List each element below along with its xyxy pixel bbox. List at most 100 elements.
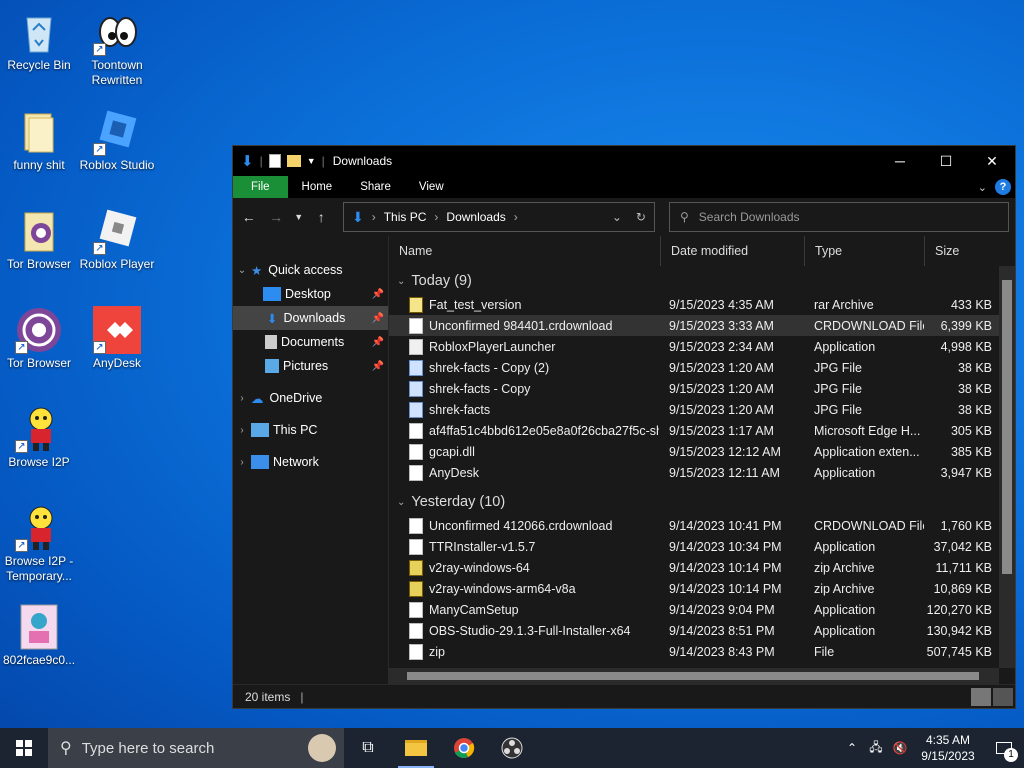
desktop-icon-browse-i2p-temp[interactable]: ↗ Browse I2P - Temporary... [0,504,78,584]
file-row[interactable]: AnyDesk 9/15/2023 12:11 AM Application 3,94… [389,462,1015,483]
desktop-icon-browse-i2p[interactable]: ↗ Browse I2P [0,405,78,470]
network-icon[interactable]: 🖧 [864,738,888,759]
file-row[interactable]: shrek-facts - Copy 9/15/2023 1:20 AM JPG F… [389,378,1015,399]
expand-ribbon-icon[interactable]: ⌄ [978,181,987,194]
desktop-icon-recycle-bin[interactable]: Recycle Bin [0,8,78,73]
nav-downloads[interactable]: ⬇ Downloads 📌 [233,306,388,330]
properties-icon[interactable] [268,154,281,168]
nav-documents[interactable]: Documents 📌 [233,330,388,354]
tab-file[interactable]: File [233,176,288,198]
roblox-studio-icon: ↗ [93,108,141,156]
clock[interactable]: 4:35 AM 9/15/2023 [912,732,984,764]
pin-icon[interactable]: 📌 [372,313,384,324]
desktop-icon-tor-browser[interactable]: ↗ Tor Browser [0,306,78,371]
file-file-icon [409,422,423,439]
file-row[interactable]: Unconfirmed 984401.crdownload 9/15/2023 3… [389,315,1015,336]
file-row[interactable]: v2ray-windows-arm64-v8a 9/14/2023 10:14 P… [389,578,1015,599]
pin-icon[interactable]: 📌 [372,361,384,372]
help-icon[interactable]: ? [995,179,1011,195]
back-button[interactable]: ← [239,209,258,225]
tab-home[interactable]: Home [288,176,347,198]
column-type[interactable]: Type [805,236,925,266]
start-button[interactable] [0,728,48,768]
chevron-down-icon[interactable]: ⌄ [233,265,251,276]
large-icons-view-button[interactable] [993,688,1013,706]
new-folder-icon[interactable] [286,155,301,167]
refresh-icon[interactable]: ↻ [636,210,646,224]
chevron-right-icon[interactable]: › [233,393,251,404]
file-name: ManyCamSetup [429,602,519,617]
notification-center-button[interactable]: 1 [984,728,1024,768]
desktop-icon-anydesk[interactable]: ↗ AnyDesk [78,306,156,371]
close-button[interactable]: ✕ [969,146,1015,176]
file-row[interactable]: gcapi.dll 9/15/2023 12:12 AM Application e… [389,441,1015,462]
navigation-bar: ← → ▼ ↑ ⬇ › This PC › Downloads › ⌄ ↻ ⚲ … [233,198,1015,236]
chevron-down-icon[interactable]: ▼ [307,156,316,166]
vertical-scrollbar[interactable] [999,266,1015,668]
maximize-button[interactable]: ☐ [923,146,969,176]
volume-muted-icon[interactable]: 🔇 [888,741,912,755]
minimize-button[interactable]: ─ [877,146,923,176]
nav-onedrive[interactable]: › ☁ OneDrive [233,386,388,410]
chevron-right-icon[interactable]: › [233,425,251,436]
file-row[interactable]: af4ffa51c4bbd612e05e8a0f26cba27f5c-sh...… [389,420,1015,441]
navigation-pane: ⌄ ★ Quick access Desktop 📌 ⬇ Downloads 📌… [233,236,389,684]
chevron-right-icon[interactable]: › [233,457,251,468]
file-row[interactable]: OBS-Studio-29.1.3-Full-Installer-x64 9/14… [389,620,1015,641]
taskbar-file-explorer[interactable] [392,728,440,768]
pin-icon[interactable]: 📌 [372,289,384,300]
column-name[interactable]: Name [389,236,661,266]
file-row[interactable]: TTRInstaller-v1.5.7 9/14/2023 10:34 PM App… [389,536,1015,557]
file-row[interactable]: v2ray-windows-64 9/14/2023 10:14 PM zip Ar… [389,557,1015,578]
chevron-down-icon[interactable]: ⌄ [397,276,405,287]
address-dropdown-icon[interactable]: ⌄ [612,210,622,224]
details-view-button[interactable] [971,688,991,706]
title-bar[interactable]: ⬇ | ▼ | Downloads ─ ☐ ✕ [233,146,1015,176]
file-name: shrek-facts - Copy (2) [429,360,550,375]
taskbar-search[interactable]: ⚲ Type here to search [48,728,344,768]
horizontal-scrollbar[interactable] [389,668,999,684]
column-size[interactable]: Size [925,236,995,266]
group-header[interactable]: ⌄ Yesterday (10) [389,489,1015,515]
tab-view[interactable]: View [405,176,458,198]
file-row[interactable]: zip 9/14/2023 8:43 PM File 507,745 KB [389,641,1015,662]
nav-desktop[interactable]: Desktop 📌 [233,282,388,306]
task-view-icon: ⧉ [362,739,374,756]
column-date-modified[interactable]: Date modified [661,236,805,266]
address-bar[interactable]: ⬇ › This PC › Downloads › ⌄ ↻ [342,202,655,232]
file-name-cell: shrek-facts [389,401,659,418]
file-row[interactable]: Fat_test_version 9/15/2023 4:35 AM rar Arc… [389,294,1015,315]
desktop-icon-image-file[interactable]: 802fcae9c0... [0,603,78,668]
nav-quick-access[interactable]: ⌄ ★ Quick access [233,258,388,282]
tab-share[interactable]: Share [346,176,405,198]
forward-button[interactable]: → [266,209,285,225]
file-row[interactable]: shrek-facts 9/15/2023 1:20 AM JPG File 38 K… [389,399,1015,420]
file-row[interactable]: Unconfirmed 412066.crdownload 9/14/2023 1… [389,515,1015,536]
file-row[interactable]: shrek-facts - Copy (2) 9/15/2023 1:20 AM J… [389,357,1015,378]
breadcrumb-this-pc[interactable]: This PC [384,210,427,224]
taskbar-obs[interactable] [488,728,536,768]
taskbar-chrome[interactable] [440,728,488,768]
chevron-up-icon[interactable]: ⌃ [840,741,864,755]
pin-icon[interactable]: 📌 [372,337,384,348]
nav-pictures[interactable]: Pictures 📌 [233,354,388,378]
desktop-icon-toontown[interactable]: ↗ Toontown Rewritten [78,8,156,88]
nav-network[interactable]: › Network [233,450,388,474]
recent-locations-button[interactable]: ▼ [294,212,304,222]
file-row[interactable]: ManyCamSetup 9/14/2023 9:04 PM Application… [389,599,1015,620]
desktop-icon-funny-folder[interactable]: funny shit [0,108,78,173]
task-view-button[interactable]: ⧉ [344,728,392,768]
search-box[interactable]: ⚲ Search Downloads [668,202,1009,232]
desktop-icon-tor-folder[interactable]: Tor Browser [0,207,78,272]
up-button[interactable]: ↑ [312,209,331,225]
file-row[interactable]: RobloxPlayerLauncher 9/15/2023 2:34 AM App… [389,336,1015,357]
file-name: Unconfirmed 412066.crdownload [429,518,613,533]
desktop-icon-roblox-studio[interactable]: ↗ Roblox Studio [78,108,156,173]
file-name-cell: v2ray-windows-arm64-v8a [389,580,659,597]
group-header[interactable]: ⌄ Today (9) [389,268,1015,294]
nav-this-pc[interactable]: › This PC [233,418,388,442]
chevron-down-icon[interactable]: ⌄ [397,497,405,508]
file-size: 11,711 KB [935,560,992,575]
desktop-icon-roblox-player[interactable]: ↗ Roblox Player [78,207,156,272]
breadcrumb-downloads[interactable]: Downloads [446,210,505,224]
